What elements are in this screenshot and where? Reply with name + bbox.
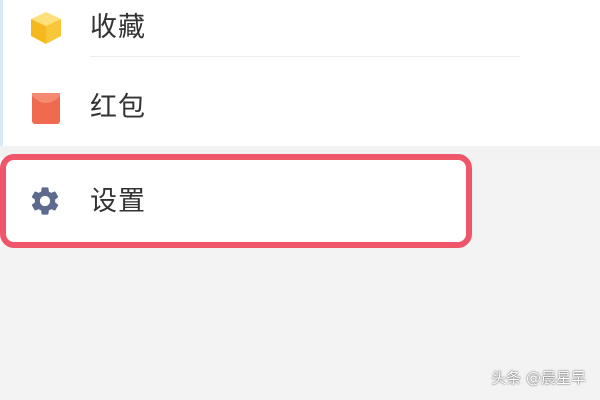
menu-item-favorites[interactable]: 收藏: [0, 0, 600, 62]
menu-item-red-packet[interactable]: 红包: [0, 70, 600, 142]
highlight-annotation-box: [0, 154, 472, 248]
watermark-text: 头条 @晨星早: [491, 369, 586, 387]
menu-item-label: 收藏: [90, 12, 146, 43]
menu-item-label: 红包: [90, 92, 146, 123]
box-icon: [31, 12, 61, 44]
menu-divider: [90, 56, 520, 57]
red-envelope-icon: [32, 93, 60, 124]
